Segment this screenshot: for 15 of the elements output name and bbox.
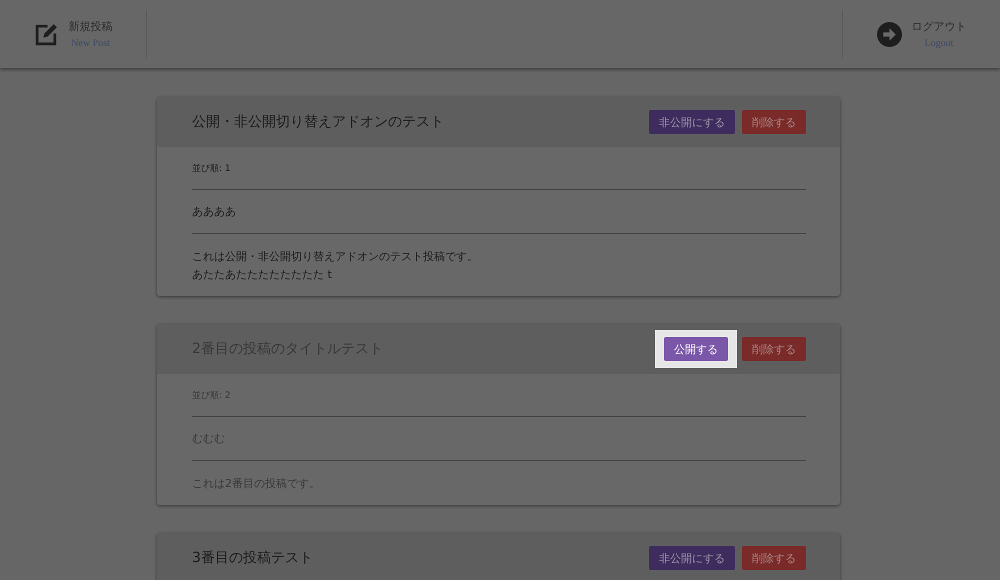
- post-summary: ああああ: [192, 205, 236, 218]
- delete-button[interactable]: 削除する: [742, 546, 806, 570]
- sort-order: 並び順: 1: [192, 164, 231, 174]
- delete-button[interactable]: 削除する: [742, 110, 806, 134]
- visibility-button[interactable]: 非公開にする: [649, 546, 735, 570]
- visibility-button[interactable]: 公開する: [664, 337, 728, 361]
- nav-label: 新規投稿: [68, 19, 112, 34]
- post-body: これは公開・非公開切り替えアドオンのテスト投稿です。 あたたあたたたたたたたた t: [192, 249, 479, 283]
- nav-label: ログアウト: [912, 19, 966, 34]
- arrow-right-icon: [876, 22, 902, 46]
- edit-icon: [34, 22, 58, 46]
- post-title: 3番目の投稿テスト: [192, 549, 313, 567]
- delete-button[interactable]: 削除する: [742, 337, 806, 361]
- visibility-button[interactable]: 非公開にする: [649, 110, 735, 134]
- post-title: 公開・非公開切り替えアドオンのテスト: [192, 113, 444, 131]
